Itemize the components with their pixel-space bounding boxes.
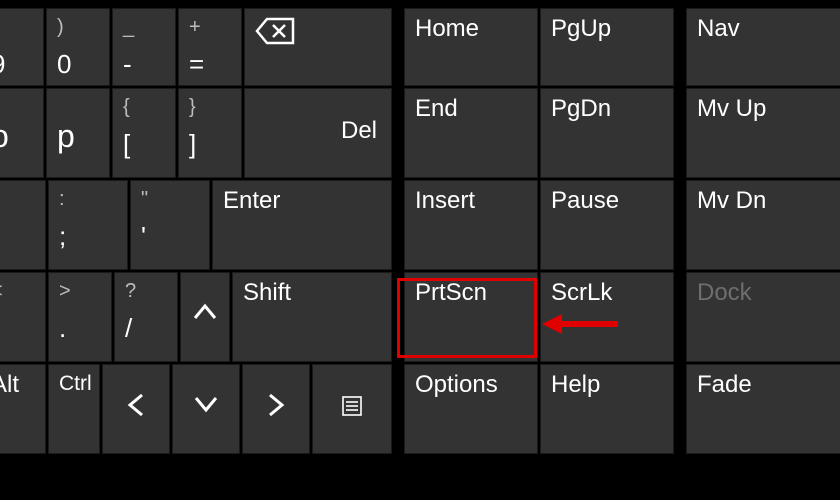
backspace-icon — [255, 24, 295, 51]
key-comma-upper: < — [0, 279, 35, 303]
key-o[interactable]: o — [0, 88, 44, 178]
key-period-lower: . — [59, 313, 101, 344]
key-period-upper: > — [59, 279, 101, 303]
key-help[interactable]: Help — [540, 364, 674, 454]
key-prtscn[interactable]: PrtScn — [404, 272, 538, 362]
key-home-label: Home — [415, 15, 479, 42]
key-9[interactable]: ( 9 — [0, 8, 44, 86]
key-pgdn-label: PgDn — [551, 95, 611, 122]
key-bracket-right[interactable]: } ] — [178, 88, 242, 178]
key-options[interactable]: Options — [404, 364, 538, 454]
key-backspace[interactable] — [244, 8, 392, 86]
key-dock-label: Dock — [697, 279, 752, 306]
key-l[interactable]: l — [0, 180, 46, 270]
key-help-label: Help — [551, 371, 600, 398]
chevron-down-icon — [192, 389, 220, 420]
key-comma-lower: , — [0, 313, 35, 344]
key-period[interactable]: > . — [48, 272, 112, 362]
key-menu[interactable] — [312, 364, 392, 454]
key-prtscn-label: PrtScn — [415, 279, 487, 306]
chevron-up-icon — [191, 297, 219, 328]
key-pgup[interactable]: PgUp — [540, 8, 674, 86]
key-minus-lower: - — [123, 49, 165, 80]
key-ctrl[interactable]: Ctrl — [48, 364, 100, 454]
key-shift[interactable]: Shift — [232, 272, 392, 362]
key-slash-lower: / — [125, 313, 167, 344]
key-scrlk[interactable]: ScrLk — [540, 272, 674, 362]
key-dock[interactable]: Dock — [686, 272, 840, 362]
key-minus-upper: _ — [123, 15, 165, 39]
key-left[interactable] — [102, 364, 170, 454]
key-mvup-label: Mv Up — [697, 95, 766, 122]
key-pgdn[interactable]: PgDn — [540, 88, 674, 178]
keyboard-panel: ( 9 ) 0 _ - + = o p { [ } ] Del — [0, 0, 840, 500]
key-enter-label: Enter — [223, 187, 280, 214]
key-fade-label: Fade — [697, 371, 752, 398]
menu-icon — [342, 395, 362, 422]
key-pgup-label: PgUp — [551, 15, 611, 42]
chevron-left-icon — [126, 394, 146, 425]
key-quote-lower: ' — [141, 221, 199, 252]
key-comma[interactable]: < , — [0, 272, 46, 362]
key-delete-label: Del — [341, 117, 377, 144]
key-quote-upper: " — [141, 187, 199, 211]
key-semicolon-lower: ; — [59, 221, 117, 252]
key-bracket-right-upper: } — [189, 95, 231, 119]
key-bracket-left-lower: [ — [123, 129, 165, 160]
key-equals-upper: + — [189, 15, 231, 39]
key-equals-lower: = — [189, 49, 231, 80]
key-p[interactable]: p — [46, 88, 110, 178]
key-scrlk-label: ScrLk — [551, 279, 612, 306]
key-pause-label: Pause — [551, 187, 619, 214]
key-shift-label: Shift — [243, 279, 291, 306]
key-alt-label: Alt — [0, 371, 19, 398]
key-alt[interactable]: Alt — [0, 364, 46, 454]
key-enter[interactable]: Enter — [212, 180, 392, 270]
key-0-lower: 0 — [57, 49, 99, 80]
key-mvdn[interactable]: Mv Dn — [686, 180, 840, 270]
key-mvup[interactable]: Mv Up — [686, 88, 840, 178]
key-9-lower: 9 — [0, 49, 33, 80]
key-mvdn-label: Mv Dn — [697, 187, 766, 214]
key-end-label: End — [415, 95, 458, 122]
key-o-label: o — [0, 118, 9, 154]
key-down[interactable] — [172, 364, 240, 454]
key-home[interactable]: Home — [404, 8, 538, 86]
key-delete[interactable]: Del — [244, 88, 392, 178]
key-0[interactable]: ) 0 — [46, 8, 110, 86]
key-bracket-left[interactable]: { [ — [112, 88, 176, 178]
key-semicolon[interactable]: : ; — [48, 180, 128, 270]
key-right[interactable] — [242, 364, 310, 454]
key-slash-upper: ? — [125, 279, 167, 303]
key-bracket-right-lower: ] — [189, 129, 231, 160]
key-pause[interactable]: Pause — [540, 180, 674, 270]
key-nav-label: Nav — [697, 15, 740, 42]
key-slash[interactable]: ? / — [114, 272, 178, 362]
key-equals[interactable]: + = — [178, 8, 242, 86]
key-fade[interactable]: Fade — [686, 364, 840, 454]
key-insert[interactable]: Insert — [404, 180, 538, 270]
keyboard-gap — [392, 0, 404, 500]
key-quote[interactable]: " ' — [130, 180, 210, 270]
key-insert-label: Insert — [415, 187, 475, 214]
key-0-upper: ) — [57, 15, 99, 39]
key-up[interactable] — [180, 272, 230, 362]
key-minus[interactable]: _ - — [112, 8, 176, 86]
key-9-upper: ( — [0, 15, 33, 39]
key-end[interactable]: End — [404, 88, 538, 178]
key-options-label: Options — [415, 371, 498, 398]
key-p-label: p — [57, 118, 75, 154]
key-ctrl-label: Ctrl — [59, 372, 92, 395]
chevron-right-icon — [266, 394, 286, 425]
nav-gap — [674, 0, 686, 500]
key-bracket-left-upper: { — [123, 95, 165, 119]
key-semicolon-upper: : — [59, 187, 117, 211]
key-nav[interactable]: Nav — [686, 8, 840, 86]
